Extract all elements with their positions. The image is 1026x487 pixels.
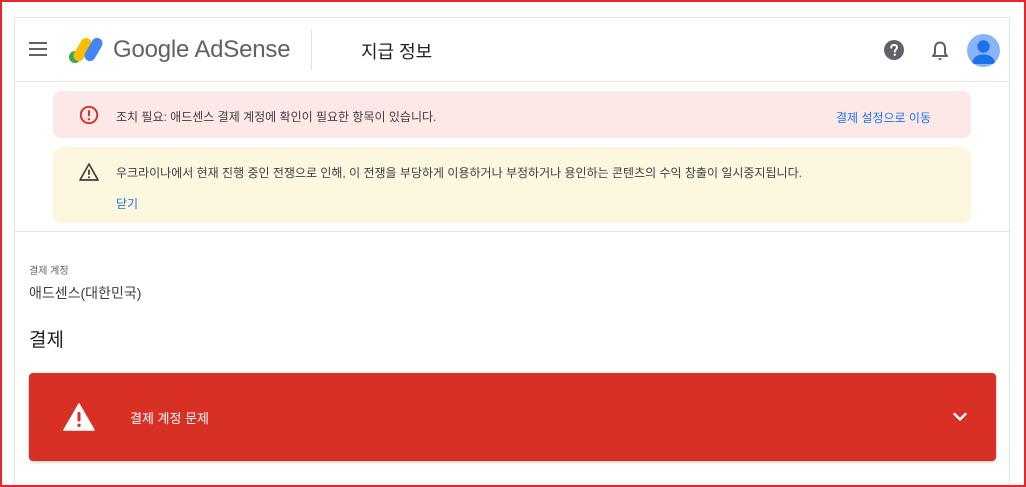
ukraine-notice-banner: 우크라이나에서 현재 진행 중인 전쟁으로 인해, 이 전쟁을 부당하게 이용하… bbox=[53, 147, 971, 223]
top-app-bar: Google AdSense 지급 정보 bbox=[15, 18, 1009, 82]
help-icon[interactable] bbox=[884, 40, 904, 60]
go-to-payment-settings-link[interactable]: 결제 설정으로 이동 bbox=[836, 109, 931, 126]
notifications-bell-icon[interactable] bbox=[930, 40, 950, 62]
screenshot-frame: Google AdSense 지급 정보 조치 필요: 애드센스 결제 계정에 … bbox=[0, 0, 1026, 487]
user-silhouette-icon bbox=[971, 40, 996, 64]
product-name: Google AdSense bbox=[113, 36, 291, 63]
payment-account-issue-panel[interactable]: 결제 계정 문제 bbox=[29, 373, 996, 461]
adsense-logo-icon bbox=[69, 37, 103, 63]
account-avatar[interactable] bbox=[967, 34, 1000, 67]
dismiss-link[interactable]: 닫기 bbox=[116, 195, 138, 212]
header-divider bbox=[311, 30, 312, 70]
payments-section-title: 결제 bbox=[29, 330, 64, 351]
section-divider bbox=[15, 231, 1009, 232]
warning-triangle-icon bbox=[63, 403, 95, 431]
warning-icon bbox=[79, 163, 99, 181]
payment-account-label: 결제 계정 bbox=[29, 266, 69, 277]
error-icon bbox=[79, 105, 99, 125]
chevron-down-icon[interactable] bbox=[952, 409, 968, 425]
action-required-text: 조치 필요: 애드센스 결제 계정에 확인이 필요한 항목이 있습니다. bbox=[116, 110, 437, 124]
payment-account-value: 애드센스(대한민국) bbox=[29, 285, 142, 301]
app-window: Google AdSense 지급 정보 조치 필요: 애드센스 결제 계정에 … bbox=[14, 17, 1010, 485]
menu-icon[interactable] bbox=[29, 42, 47, 56]
payment-account-issue-text: 결제 계정 문제 bbox=[130, 411, 209, 426]
action-required-banner: 조치 필요: 애드센스 결제 계정에 확인이 필요한 항목이 있습니다. 결제 … bbox=[53, 91, 971, 138]
ukraine-notice-text: 우크라이나에서 현재 진행 중인 전쟁으로 인해, 이 전쟁을 부당하게 이용하… bbox=[116, 166, 802, 180]
page-title: 지급 정보 bbox=[361, 42, 433, 62]
